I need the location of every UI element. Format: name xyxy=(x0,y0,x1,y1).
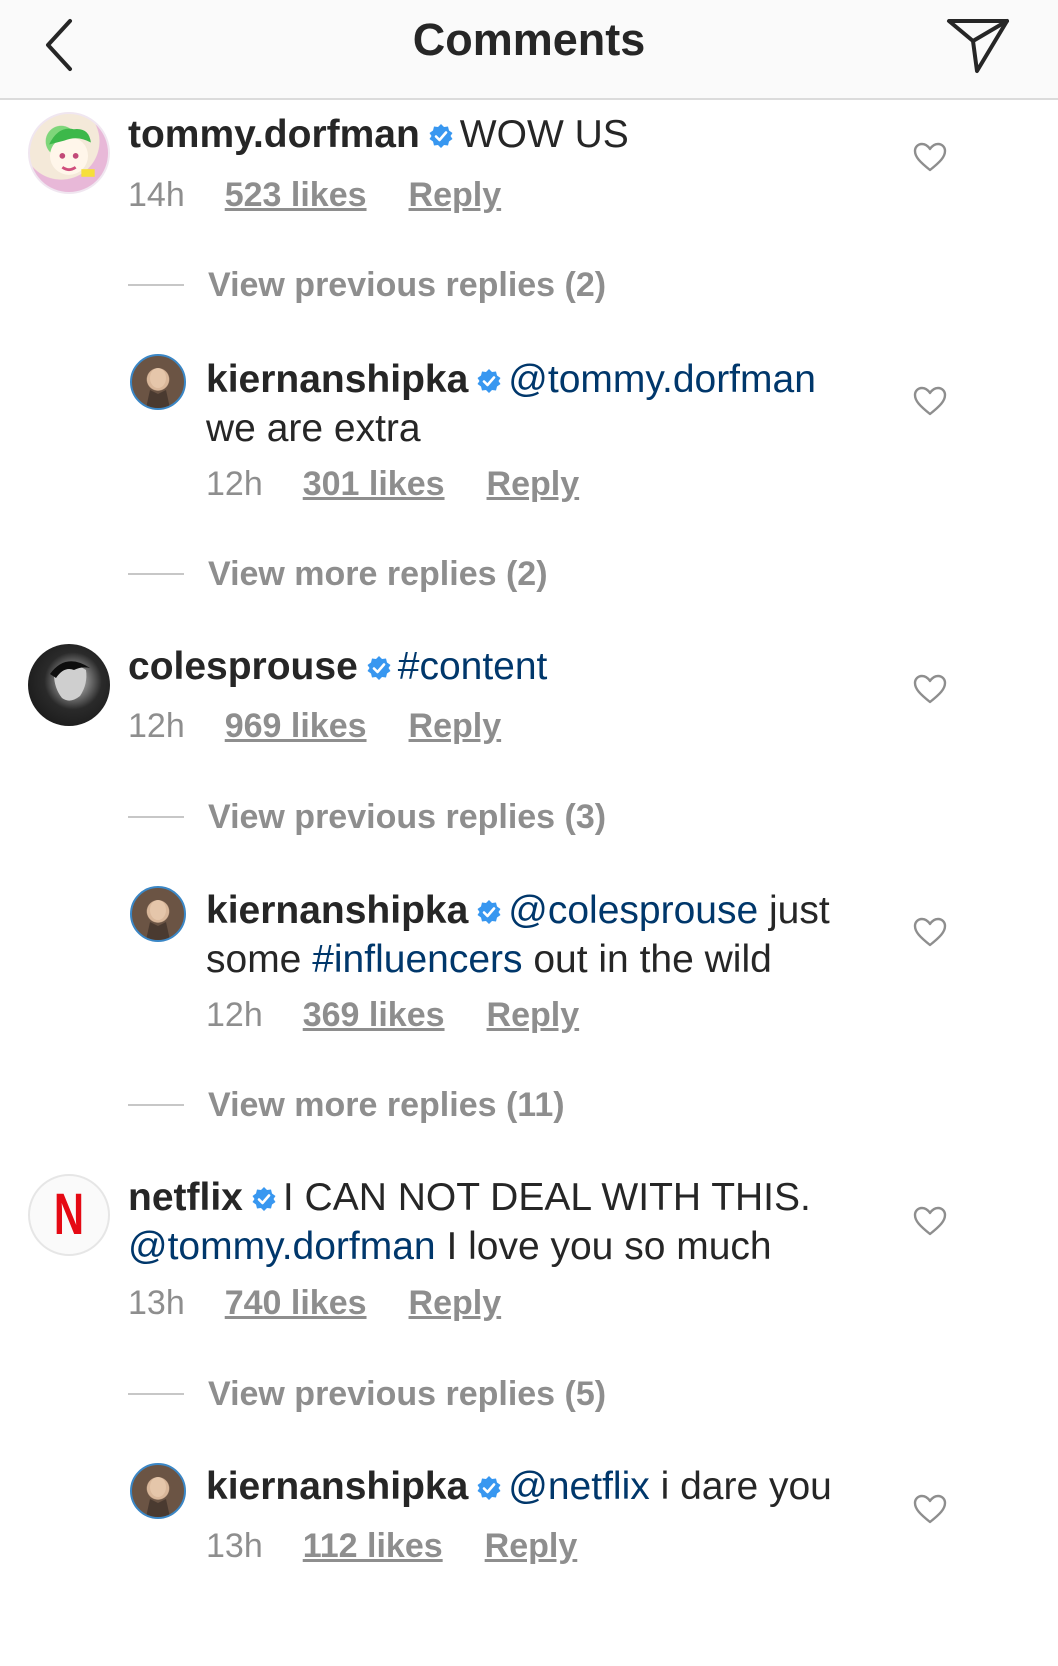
comment-username[interactable]: tommy.dorfman xyxy=(128,113,420,156)
likes-count-link[interactable]: 740 likes xyxy=(225,1284,367,1323)
view-replies-label: View more replies (2) xyxy=(208,555,548,593)
avatar-photo xyxy=(146,1477,170,1517)
reply-text: just xyxy=(758,889,830,932)
direct-send-icon[interactable] xyxy=(945,15,1013,75)
view-more-replies-button[interactable]: View more replies (11) xyxy=(128,1086,565,1125)
avatar-tommy-dorfman[interactable] xyxy=(28,112,110,194)
reply-body: kiernanshipka @colesprouse just some #infl… xyxy=(206,886,906,984)
reply-button[interactable]: Reply xyxy=(487,465,580,504)
like-heart-icon[interactable] xyxy=(913,917,947,947)
avatar-photo xyxy=(50,661,90,701)
view-replies-label: View previous replies (2) xyxy=(208,266,607,304)
like-heart-icon[interactable] xyxy=(913,1494,947,1524)
view-previous-replies-button[interactable]: View previous replies (3) xyxy=(128,798,606,837)
avatar-photo xyxy=(146,368,170,408)
mention-link[interactable]: @colesprouse xyxy=(508,889,758,932)
comment-text: I CAN NOT DEAL WITH THIS. xyxy=(282,1176,811,1219)
reply-username[interactable]: kiernanshipka xyxy=(206,1465,468,1508)
reply-username[interactable]: kiernanshipka xyxy=(206,889,468,932)
view-previous-replies-button[interactable]: View previous replies (2) xyxy=(128,266,606,305)
comment-text: I love you so much xyxy=(435,1225,772,1268)
thread-divider-line xyxy=(128,1104,184,1107)
avatar-kiernanshipka[interactable] xyxy=(130,886,186,942)
reply-text: we are extra xyxy=(206,407,421,450)
reply-meta: 12h 301 likes Reply xyxy=(206,465,579,504)
verified-badge-icon xyxy=(477,1476,501,1500)
reply-meta: 12h 369 likes Reply xyxy=(206,996,579,1035)
top-bar: Comments xyxy=(0,0,1058,100)
comment-timestamp: 12h xyxy=(128,707,185,745)
reply-text: some xyxy=(206,938,313,981)
reply-timestamp: 13h xyxy=(206,1527,263,1565)
verified-badge-icon xyxy=(367,656,391,680)
reply-button[interactable]: Reply xyxy=(485,1527,578,1566)
verified-badge-icon xyxy=(477,369,501,393)
thread-divider-line xyxy=(128,284,184,287)
reply-button[interactable]: Reply xyxy=(409,1284,502,1323)
like-heart-icon[interactable] xyxy=(913,1206,947,1236)
likes-count-link[interactable]: 112 likes xyxy=(303,1527,443,1566)
view-more-replies-button[interactable]: View more replies (2) xyxy=(128,555,548,594)
avatar-colesprouse[interactable] xyxy=(28,644,110,726)
likes-count-link[interactable]: 969 likes xyxy=(225,707,367,746)
thread-divider-line xyxy=(128,816,184,819)
comment-text: WOW US xyxy=(459,113,629,156)
view-replies-label: View more replies (11) xyxy=(208,1086,565,1124)
like-heart-icon[interactable] xyxy=(913,386,947,416)
verified-badge-icon xyxy=(252,1187,276,1211)
view-replies-label: View previous replies (3) xyxy=(208,798,607,836)
reply-timestamp: 12h xyxy=(206,996,263,1034)
reply-timestamp: 12h xyxy=(206,465,263,503)
page-title: Comments xyxy=(412,14,646,65)
comment-timestamp: 13h xyxy=(128,1284,185,1322)
comment-timestamp: 14h xyxy=(128,176,185,214)
comment-body: tommy.dorfman WOW US xyxy=(128,110,908,159)
comment-meta: 12h 969 likes Reply xyxy=(128,707,501,746)
reply-meta: 13h 112 likes Reply xyxy=(206,1527,577,1566)
reply-body: kiernanshipka @netflix i dare you xyxy=(206,1462,906,1511)
likes-count-link[interactable]: 301 likes xyxy=(303,465,445,504)
avatar-netflix[interactable]: N xyxy=(28,1174,110,1256)
avatar-photo xyxy=(146,900,170,940)
comment-username[interactable]: colesprouse xyxy=(128,645,358,688)
likes-count-link[interactable]: 523 likes xyxy=(225,176,367,215)
verified-badge-icon xyxy=(429,124,453,148)
thread-divider-line xyxy=(128,573,184,576)
comment-body: netflix I CAN NOT DEAL WITH THIS. @tommy.d… xyxy=(128,1173,908,1271)
comment-body: colesprouse #content xyxy=(128,642,908,691)
likes-count-link[interactable]: 369 likes xyxy=(303,996,445,1035)
comment-meta: 13h 740 likes Reply xyxy=(128,1284,501,1323)
reply-body: kiernanshipka @tommy.dorfman we are extra xyxy=(206,355,906,453)
reply-text: out in the wild xyxy=(522,938,772,981)
avatar-illustration xyxy=(49,128,95,177)
view-previous-replies-button[interactable]: View previous replies (5) xyxy=(128,1375,606,1414)
thread-divider-line xyxy=(128,1393,184,1396)
view-replies-label: View previous replies (5) xyxy=(208,1375,607,1413)
mention-link[interactable]: @tommy.dorfman xyxy=(128,1225,436,1268)
reply-username[interactable]: kiernanshipka xyxy=(206,358,468,401)
netflix-logo-letter: N xyxy=(53,1182,85,1247)
avatar-kiernanshipka[interactable] xyxy=(130,354,186,410)
comment-meta: 14h 523 likes Reply xyxy=(128,176,501,215)
mention-link[interactable]: @tommy.dorfman xyxy=(508,358,816,401)
reply-button[interactable]: Reply xyxy=(487,996,580,1035)
reply-text: i dare you xyxy=(649,1465,832,1508)
hashtag-link[interactable]: #influencers xyxy=(312,938,522,981)
like-heart-icon[interactable] xyxy=(913,674,947,704)
mention-link[interactable]: @netflix xyxy=(508,1465,649,1508)
like-heart-icon[interactable] xyxy=(913,142,947,172)
comment-username[interactable]: netflix xyxy=(128,1176,243,1219)
reply-button[interactable]: Reply xyxy=(409,707,502,746)
avatar-kiernanshipka[interactable] xyxy=(130,1463,186,1519)
reply-button[interactable]: Reply xyxy=(409,176,502,215)
verified-badge-icon xyxy=(477,900,501,924)
hashtag-link[interactable]: #content xyxy=(398,645,548,688)
